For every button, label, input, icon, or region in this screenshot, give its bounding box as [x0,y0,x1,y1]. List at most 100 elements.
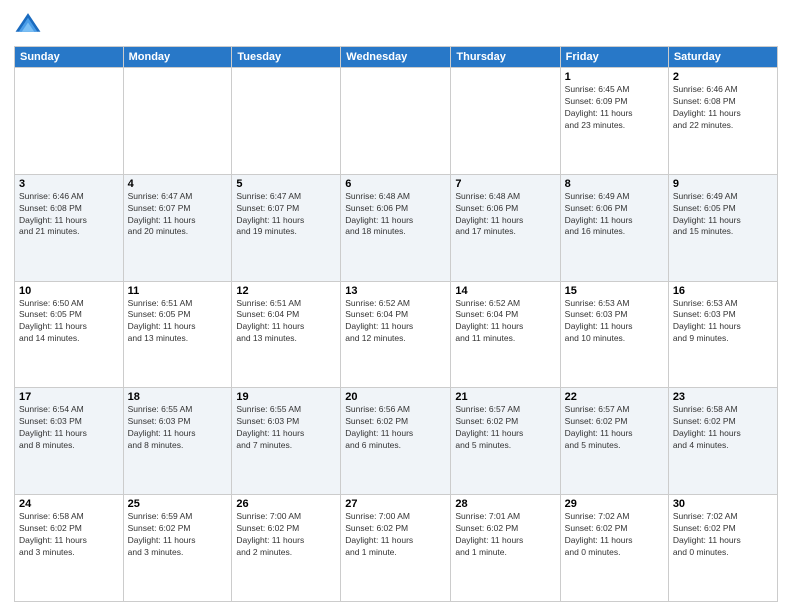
logo [14,10,46,38]
day-number: 25 [128,498,228,510]
page: SundayMondayTuesdayWednesdayThursdayFrid… [0,0,792,612]
day-info: Sunrise: 6:56 AM Sunset: 6:02 PM Dayligh… [345,404,446,452]
day-info: Sunrise: 6:50 AM Sunset: 6:05 PM Dayligh… [19,298,119,346]
calendar-cell [341,68,451,175]
calendar-cell [123,68,232,175]
day-number: 30 [673,498,773,510]
calendar-cell: 29Sunrise: 7:02 AM Sunset: 6:02 PM Dayli… [560,495,668,602]
day-info: Sunrise: 6:47 AM Sunset: 6:07 PM Dayligh… [236,191,336,239]
calendar-cell: 27Sunrise: 7:00 AM Sunset: 6:02 PM Dayli… [341,495,451,602]
calendar-cell: 25Sunrise: 6:59 AM Sunset: 6:02 PM Dayli… [123,495,232,602]
day-info: Sunrise: 6:54 AM Sunset: 6:03 PM Dayligh… [19,404,119,452]
day-info: Sunrise: 6:58 AM Sunset: 6:02 PM Dayligh… [673,404,773,452]
day-number: 26 [236,498,336,510]
day-number: 28 [455,498,555,510]
calendar-cell: 7Sunrise: 6:48 AM Sunset: 6:06 PM Daylig… [451,174,560,281]
day-info: Sunrise: 6:53 AM Sunset: 6:03 PM Dayligh… [565,298,664,346]
calendar-cell: 13Sunrise: 6:52 AM Sunset: 6:04 PM Dayli… [341,281,451,388]
calendar-cell: 5Sunrise: 6:47 AM Sunset: 6:07 PM Daylig… [232,174,341,281]
day-number: 1 [565,71,664,83]
day-number: 16 [673,285,773,297]
calendar-cell: 23Sunrise: 6:58 AM Sunset: 6:02 PM Dayli… [668,388,777,495]
week-row-3: 10Sunrise: 6:50 AM Sunset: 6:05 PM Dayli… [15,281,778,388]
day-number: 10 [19,285,119,297]
day-number: 19 [236,391,336,403]
day-info: Sunrise: 6:52 AM Sunset: 6:04 PM Dayligh… [455,298,555,346]
day-number: 12 [236,285,336,297]
day-info: Sunrise: 7:01 AM Sunset: 6:02 PM Dayligh… [455,511,555,559]
calendar-cell: 30Sunrise: 7:02 AM Sunset: 6:02 PM Dayli… [668,495,777,602]
calendar-cell: 22Sunrise: 6:57 AM Sunset: 6:02 PM Dayli… [560,388,668,495]
day-info: Sunrise: 6:55 AM Sunset: 6:03 PM Dayligh… [128,404,228,452]
day-number: 14 [455,285,555,297]
calendar-cell: 11Sunrise: 6:51 AM Sunset: 6:05 PM Dayli… [123,281,232,388]
calendar-cell: 6Sunrise: 6:48 AM Sunset: 6:06 PM Daylig… [341,174,451,281]
day-info: Sunrise: 6:59 AM Sunset: 6:02 PM Dayligh… [128,511,228,559]
calendar-cell: 8Sunrise: 6:49 AM Sunset: 6:06 PM Daylig… [560,174,668,281]
day-info: Sunrise: 7:00 AM Sunset: 6:02 PM Dayligh… [236,511,336,559]
calendar-cell: 2Sunrise: 6:46 AM Sunset: 6:08 PM Daylig… [668,68,777,175]
col-header-thursday: Thursday [451,47,560,68]
day-info: Sunrise: 6:47 AM Sunset: 6:07 PM Dayligh… [128,191,228,239]
calendar-table: SundayMondayTuesdayWednesdayThursdayFrid… [14,46,778,602]
day-number: 9 [673,178,773,190]
col-header-tuesday: Tuesday [232,47,341,68]
calendar-cell [15,68,124,175]
day-info: Sunrise: 6:49 AM Sunset: 6:06 PM Dayligh… [565,191,664,239]
week-row-1: 1Sunrise: 6:45 AM Sunset: 6:09 PM Daylig… [15,68,778,175]
calendar-cell: 20Sunrise: 6:56 AM Sunset: 6:02 PM Dayli… [341,388,451,495]
day-info: Sunrise: 6:57 AM Sunset: 6:02 PM Dayligh… [565,404,664,452]
calendar-cell: 4Sunrise: 6:47 AM Sunset: 6:07 PM Daylig… [123,174,232,281]
col-header-sunday: Sunday [15,47,124,68]
day-info: Sunrise: 6:46 AM Sunset: 6:08 PM Dayligh… [19,191,119,239]
day-info: Sunrise: 6:52 AM Sunset: 6:04 PM Dayligh… [345,298,446,346]
calendar-cell: 9Sunrise: 6:49 AM Sunset: 6:05 PM Daylig… [668,174,777,281]
calendar-cell: 12Sunrise: 6:51 AM Sunset: 6:04 PM Dayli… [232,281,341,388]
day-info: Sunrise: 6:55 AM Sunset: 6:03 PM Dayligh… [236,404,336,452]
day-number: 3 [19,178,119,190]
calendar-cell: 14Sunrise: 6:52 AM Sunset: 6:04 PM Dayli… [451,281,560,388]
day-info: Sunrise: 6:48 AM Sunset: 6:06 PM Dayligh… [345,191,446,239]
calendar-cell: 26Sunrise: 7:00 AM Sunset: 6:02 PM Dayli… [232,495,341,602]
day-number: 4 [128,178,228,190]
day-info: Sunrise: 6:48 AM Sunset: 6:06 PM Dayligh… [455,191,555,239]
day-info: Sunrise: 7:00 AM Sunset: 6:02 PM Dayligh… [345,511,446,559]
day-number: 27 [345,498,446,510]
calendar-header-row: SundayMondayTuesdayWednesdayThursdayFrid… [15,47,778,68]
day-number: 5 [236,178,336,190]
day-number: 20 [345,391,446,403]
day-number: 7 [455,178,555,190]
calendar-cell: 10Sunrise: 6:50 AM Sunset: 6:05 PM Dayli… [15,281,124,388]
calendar-cell: 17Sunrise: 6:54 AM Sunset: 6:03 PM Dayli… [15,388,124,495]
col-header-monday: Monday [123,47,232,68]
calendar-cell: 18Sunrise: 6:55 AM Sunset: 6:03 PM Dayli… [123,388,232,495]
day-info: Sunrise: 7:02 AM Sunset: 6:02 PM Dayligh… [673,511,773,559]
day-number: 23 [673,391,773,403]
day-number: 29 [565,498,664,510]
calendar-cell: 28Sunrise: 7:01 AM Sunset: 6:02 PM Dayli… [451,495,560,602]
col-header-saturday: Saturday [668,47,777,68]
day-number: 8 [565,178,664,190]
day-info: Sunrise: 6:49 AM Sunset: 6:05 PM Dayligh… [673,191,773,239]
header [14,10,778,38]
week-row-4: 17Sunrise: 6:54 AM Sunset: 6:03 PM Dayli… [15,388,778,495]
calendar-cell: 16Sunrise: 6:53 AM Sunset: 6:03 PM Dayli… [668,281,777,388]
day-number: 6 [345,178,446,190]
day-number: 13 [345,285,446,297]
calendar-cell [451,68,560,175]
day-number: 24 [19,498,119,510]
day-info: Sunrise: 6:53 AM Sunset: 6:03 PM Dayligh… [673,298,773,346]
col-header-friday: Friday [560,47,668,68]
calendar-cell: 24Sunrise: 6:58 AM Sunset: 6:02 PM Dayli… [15,495,124,602]
day-info: Sunrise: 6:46 AM Sunset: 6:08 PM Dayligh… [673,84,773,132]
day-number: 15 [565,285,664,297]
day-info: Sunrise: 6:45 AM Sunset: 6:09 PM Dayligh… [565,84,664,132]
day-info: Sunrise: 7:02 AM Sunset: 6:02 PM Dayligh… [565,511,664,559]
day-number: 22 [565,391,664,403]
day-info: Sunrise: 6:51 AM Sunset: 6:04 PM Dayligh… [236,298,336,346]
calendar-cell: 15Sunrise: 6:53 AM Sunset: 6:03 PM Dayli… [560,281,668,388]
day-number: 2 [673,71,773,83]
day-info: Sunrise: 6:57 AM Sunset: 6:02 PM Dayligh… [455,404,555,452]
calendar-cell: 3Sunrise: 6:46 AM Sunset: 6:08 PM Daylig… [15,174,124,281]
week-row-2: 3Sunrise: 6:46 AM Sunset: 6:08 PM Daylig… [15,174,778,281]
